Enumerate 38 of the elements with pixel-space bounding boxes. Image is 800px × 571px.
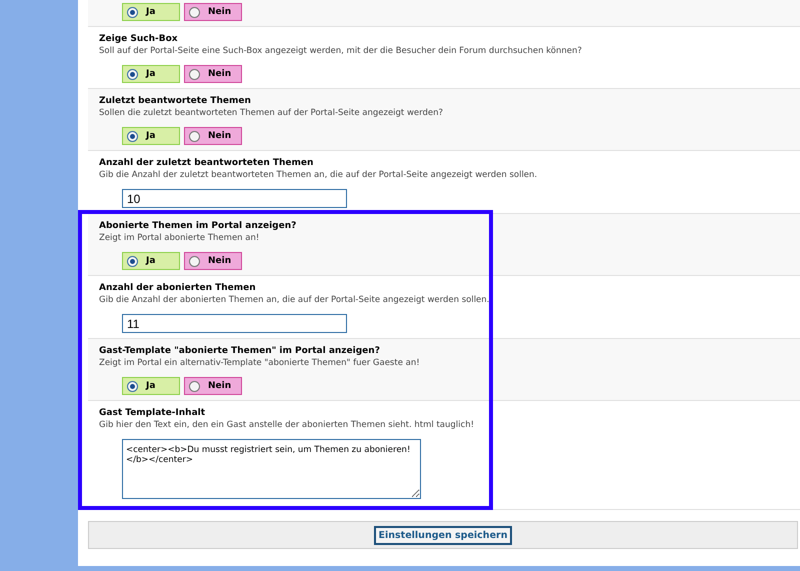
setting-title: Gast Template-Inhalt bbox=[99, 407, 206, 419]
setting-description: Gib die Anzahl der zuletzt beantworteten Themen an, die auf der Portal-Seite angezeigt werden sollen. bbox=[99, 169, 538, 182]
no-option[interactable]: Nein bbox=[184, 127, 242, 145]
yes-option[interactable]: Ja bbox=[122, 65, 180, 83]
save-button[interactable]: Einstellungen speichern bbox=[374, 526, 512, 544]
no-option[interactable]: Nein bbox=[184, 377, 242, 395]
yes-option[interactable]: Ja bbox=[122, 3, 180, 21]
yes-option[interactable]: Ja bbox=[122, 252, 180, 270]
setting-title: Gast-Template "abonierte Themen" im Portal anzeigen? bbox=[99, 345, 381, 357]
radio-button[interactable] bbox=[189, 256, 200, 266]
radio-button[interactable] bbox=[127, 68, 138, 80]
setting-title: Abonierte Themen im Portal anzeigen? bbox=[99, 220, 298, 232]
yes-option[interactable]: Ja bbox=[122, 377, 180, 395]
setting-title: Zeige Such-Box bbox=[99, 33, 179, 45]
radio-button[interactable] bbox=[189, 6, 200, 18]
radio-button[interactable] bbox=[127, 130, 138, 142]
radio-button[interactable] bbox=[189, 68, 200, 80]
number-field[interactable]: 10 bbox=[122, 189, 347, 208]
setting-description: Gib hier den Text ein, den ein Gast anstelle der abonierten Themen sieht. html tauglich! bbox=[99, 419, 475, 432]
yes-option[interactable]: Ja bbox=[122, 127, 180, 145]
setting-description: Gib die Anzahl der abonierten Themen an, die auf der Portal-Seite angezeigt werden sollen. bbox=[99, 294, 490, 307]
radio-button[interactable] bbox=[189, 130, 200, 142]
setting-title: Anzahl der zuletzt beantworteten Themen bbox=[99, 157, 314, 169]
no-option[interactable]: Nein bbox=[184, 3, 242, 21]
setting-description: Sollen die zuletzt beantworteten Themen auf der Portal-Seite angezeigt werden? bbox=[99, 107, 444, 120]
setting-title: Anzahl der abonierten Themen bbox=[99, 282, 257, 294]
setting-description: Soll auf der Portal-Seite eine Such-Box angezeigt werden, mit der die Besucher dein Forum durchsuchen können? bbox=[99, 45, 583, 58]
setting-description: Zeigt im Portal ein alternativ-Template "abonierte Themen" fuer Gaeste an! bbox=[99, 357, 421, 370]
radio-button[interactable] bbox=[127, 380, 138, 392]
template-textarea[interactable]: <center><b>Du musst registriert sein, um Themen zu abonieren!</b></center> bbox=[122, 439, 421, 499]
no-option[interactable]: Nein bbox=[184, 65, 242, 83]
radio-button[interactable] bbox=[127, 6, 138, 18]
radio-button[interactable] bbox=[189, 380, 200, 392]
setting-description: Zeigt im Portal abonierte Themen an! bbox=[99, 232, 260, 245]
no-option[interactable]: Nein bbox=[184, 252, 242, 270]
radio-button[interactable] bbox=[127, 256, 138, 266]
number-field[interactable]: 11 bbox=[122, 314, 347, 333]
setting-title: Zuletzt beantwortete Themen bbox=[99, 95, 252, 107]
